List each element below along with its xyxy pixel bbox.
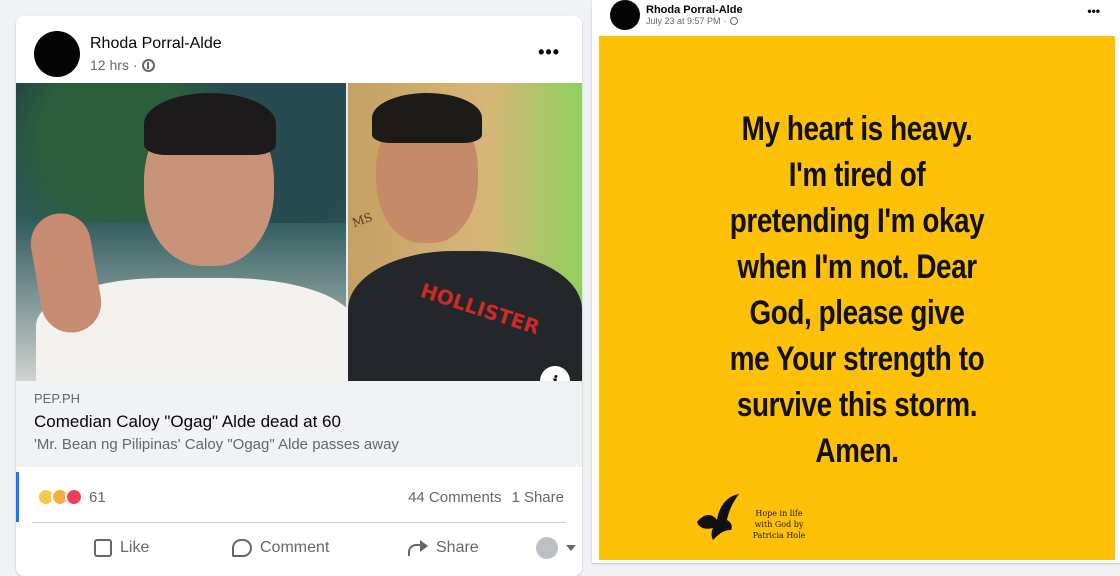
like-button[interactable]: Like <box>94 539 149 557</box>
globe-icon <box>141 58 155 72</box>
profile-avatar-icon <box>536 537 558 559</box>
post-actions: Like Comment Share <box>32 528 582 568</box>
audience-selector[interactable] <box>536 537 576 559</box>
quote-line: God, please give <box>749 294 965 332</box>
author-avatar[interactable] <box>610 0 640 30</box>
like-icon <box>94 539 112 557</box>
love-reaction-icon <box>65 488 83 506</box>
quote-line: pretending I'm okay <box>729 202 985 240</box>
share-button[interactable]: Share <box>408 539 479 557</box>
post-meta: 12 hrs · <box>90 57 222 73</box>
link-preview-card[interactable]: MS HOLLISTER i PEP.PH Comedian Caloy "Og… <box>16 83 582 481</box>
chevron-down-icon <box>566 545 576 551</box>
quote-line: survive this storm. <box>736 386 978 424</box>
dove-icon <box>697 494 739 540</box>
post-time[interactable]: July 23 at 9:57 PM <box>646 16 721 26</box>
quote-image[interactable]: My heart is heavy. I'm tired of pretendi… <box>599 36 1115 560</box>
photo-man-pointing <box>16 83 356 381</box>
quote-line: My heart is heavy. <box>741 110 973 148</box>
comment-button[interactable]: Comment <box>232 539 329 557</box>
more-options-icon[interactable]: ••• <box>1087 4 1100 18</box>
reactions-bar: 61 44 Comments 1 Share <box>16 472 582 522</box>
post-time[interactable]: 12 hrs <box>90 57 129 73</box>
post-header: Rhoda Porral-Alde July 23 at 9:57 PM · <box>610 0 743 30</box>
reaction-icons[interactable] <box>37 488 83 506</box>
comment-icon <box>232 539 252 557</box>
more-options-icon[interactable]: ••• <box>538 42 560 63</box>
quote-text: My heart is heavy. I'm tired of pretendi… <box>645 106 1068 474</box>
author-name[interactable]: Rhoda Porral-Alde <box>646 4 743 16</box>
reaction-count[interactable]: 61 <box>89 489 106 506</box>
link-domain: PEP.PH <box>34 391 81 406</box>
author-avatar[interactable] <box>34 31 80 77</box>
shared-link-post: Rhoda Porral-Alde 12 hrs · ••• MS HOLLIS… <box>16 16 582 576</box>
share-icon <box>408 540 428 556</box>
photo-sign-text: MS <box>350 209 375 231</box>
photo-man-smiling: MS HOLLISTER <box>348 83 582 381</box>
quote-line: Amen. <box>815 432 899 470</box>
link-preview-footer[interactable]: PEP.PH Comedian Caloy "Ogag" Alde dead a… <box>16 381 582 467</box>
quote-line: I'm tired of <box>788 156 926 194</box>
quote-line: me Your strength to <box>729 340 985 378</box>
globe-icon <box>729 17 738 25</box>
link-subtitle: 'Mr. Bean ng Pilipinas' Caloy "Ogag" Ald… <box>34 436 399 453</box>
post-header: Rhoda Porral-Alde 12 hrs · <box>34 30 222 78</box>
image-quote-post: Rhoda Porral-Alde July 23 at 9:57 PM · •… <box>592 0 1120 563</box>
divider <box>32 522 566 523</box>
quote-line: when I'm not. Dear <box>737 248 977 286</box>
comments-count[interactable]: 44 Comments <box>408 489 501 506</box>
link-title: Comedian Caloy "Ogag" Alde dead at 60 <box>34 412 341 431</box>
author-name[interactable]: Rhoda Porral-Alde <box>90 35 222 53</box>
link-preview-image[interactable]: MS HOLLISTER i <box>16 83 582 381</box>
shares-count[interactable]: 1 Share <box>511 489 564 506</box>
signature-text: Hope in life with God by Patricia Hole <box>752 509 806 540</box>
